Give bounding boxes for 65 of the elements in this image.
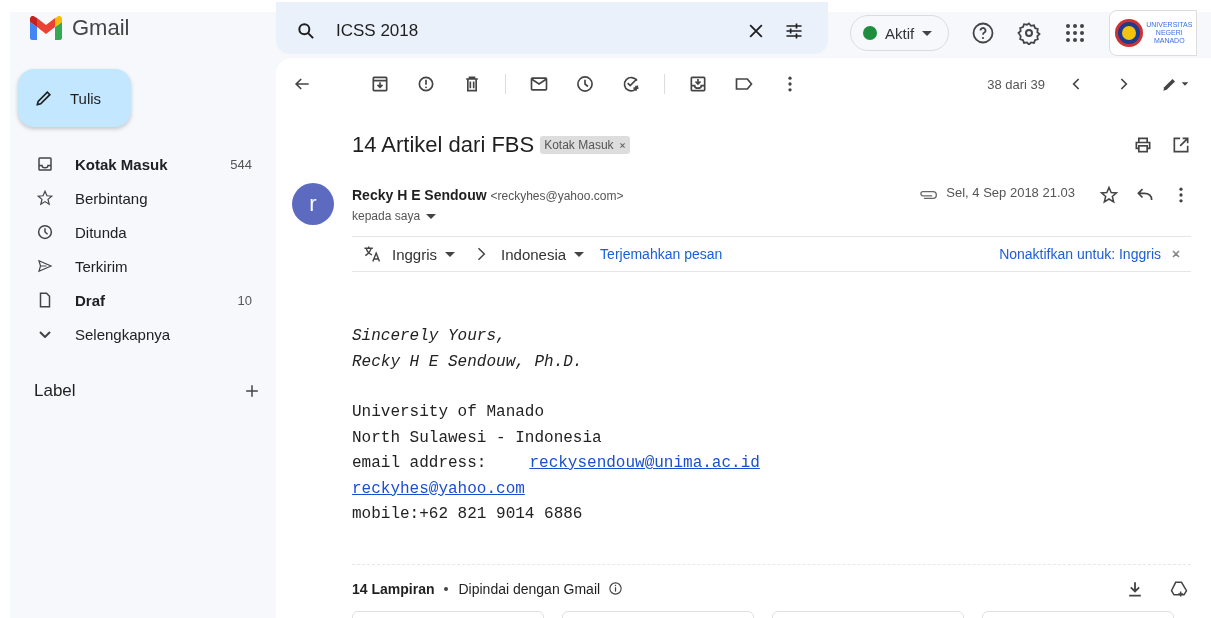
sidebar-item[interactable]: Draf 10 xyxy=(10,283,276,317)
signature-line: Recky H E Sendouw, Ph.D. xyxy=(352,352,583,371)
add-task-icon[interactable] xyxy=(621,74,641,94)
star-icon xyxy=(36,189,54,207)
separator-dot-icon xyxy=(444,586,449,591)
search-icon xyxy=(296,21,316,41)
sidebar-item[interactable]: Berbintang xyxy=(10,181,276,215)
print-icon[interactable] xyxy=(1133,135,1153,155)
remove-label-icon[interactable] xyxy=(618,142,626,149)
translate-icon xyxy=(362,244,382,264)
caret-icon xyxy=(445,251,456,257)
archive-icon[interactable] xyxy=(370,74,390,94)
caret-icon xyxy=(922,30,933,36)
move-to-inbox-icon[interactable] xyxy=(688,74,708,94)
sender-email: <reckyhes@yahoo.com> xyxy=(490,189,624,203)
item-count: 10 xyxy=(237,292,252,308)
open-external-icon[interactable] xyxy=(1171,135,1191,155)
labels-heading: Label xyxy=(34,381,76,401)
attachments-title: 14 Lampiran xyxy=(352,580,435,597)
target-language-dropdown[interactable]: Indonesia xyxy=(501,245,591,263)
recipient-dropdown[interactable]: kepada saya xyxy=(352,206,624,226)
signature-line: mobile:+62 821 9014 6886 xyxy=(352,505,583,523)
signature-line: North Sulawesi - Indonesia xyxy=(352,428,602,447)
search-field[interactable]: ICSS 2018 xyxy=(276,2,828,54)
app-name: Gmail xyxy=(72,15,130,41)
compose-button[interactable]: Tulis xyxy=(18,69,131,127)
status-button[interactable]: Aktif xyxy=(850,15,950,51)
help-icon[interactable] xyxy=(971,21,996,45)
caret-icon xyxy=(574,251,585,257)
send-icon xyxy=(36,257,54,275)
scan-note: Dipindai dengan Gmail xyxy=(458,580,601,597)
caret-icon xyxy=(426,213,437,219)
pencil-icon xyxy=(34,88,54,108)
clock-icon[interactable] xyxy=(575,74,595,94)
inbox-icon xyxy=(36,155,54,173)
label-chip[interactable]: Kotak Masuk xyxy=(540,136,630,154)
gmail-logo-icon xyxy=(30,16,62,40)
search-input[interactable]: ICSS 2018 xyxy=(334,20,728,42)
signature-label: email address: xyxy=(352,454,487,472)
source-language-dropdown[interactable]: Inggris xyxy=(392,245,462,263)
signature-line: Sincerely Yours, xyxy=(352,327,506,345)
email-link[interactable]: reckyhes@yahoo.com xyxy=(352,479,525,498)
signature-line: University of Manado xyxy=(352,403,545,421)
email-subject: 14 Artikel dari FBS xyxy=(352,132,535,158)
settings-icon[interactable] xyxy=(1017,21,1042,45)
email-date: Sel, 4 Sep 2018 21.03 xyxy=(946,185,1075,200)
sidebar-item[interactable]: Terkirim xyxy=(10,249,276,283)
filter-sliders-icon[interactable] xyxy=(784,21,804,41)
avatar: r xyxy=(292,183,334,225)
translate-link[interactable]: Terjemahkan pesan xyxy=(600,246,723,262)
sidebar-item[interactable]: Ditunda xyxy=(10,215,276,249)
sidebar-item[interactable]: Kotak Masuk 544 xyxy=(10,147,276,181)
email-link[interactable]: reckysendouw@unima.ac.id xyxy=(529,454,760,472)
disable-translation-link[interactable]: Nonaktifkan untuk: Inggris xyxy=(999,246,1161,262)
sender-name: Recky H E Sendouw xyxy=(352,187,487,203)
report-icon[interactable] xyxy=(416,74,436,94)
star-icon[interactable] xyxy=(1099,185,1119,205)
sidebar-item[interactable]: Selengkapnya xyxy=(10,317,276,351)
clock-icon xyxy=(36,223,54,241)
chevron-down-icon xyxy=(39,330,51,338)
envelope-icon[interactable] xyxy=(529,74,549,94)
pager-text: 38 dari 39 xyxy=(987,76,1045,92)
info-icon[interactable] xyxy=(608,581,624,596)
item-count: 544 xyxy=(230,156,252,172)
emblem-icon xyxy=(1114,18,1145,48)
